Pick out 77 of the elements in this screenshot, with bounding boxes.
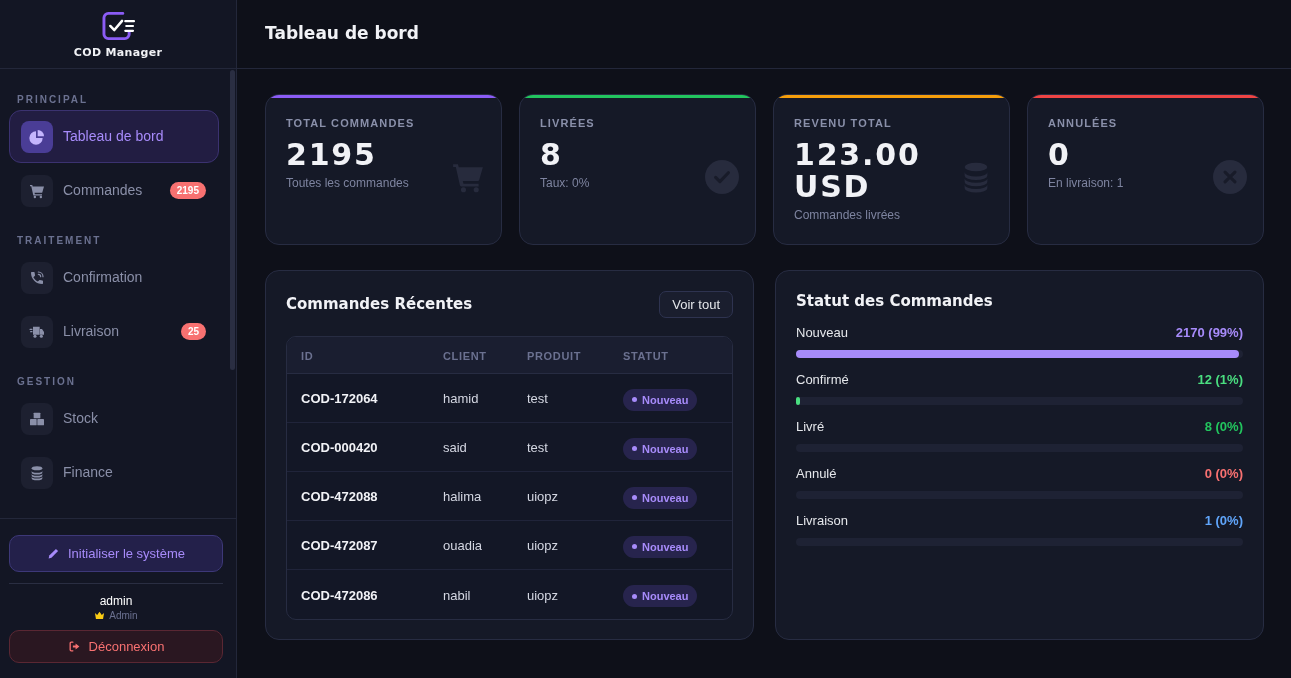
pencil-icon <box>46 547 60 560</box>
status-name: Confirmé <box>796 371 849 390</box>
pie-chart-icon <box>21 120 53 153</box>
nav-item[interactable]: Livraison 25 <box>9 305 219 358</box>
section-label: GESTION <box>16 375 77 389</box>
client-name: ouadia <box>443 538 483 553</box>
user-role: Admin <box>109 609 138 623</box>
status-count: 1 (0%) <box>1204 512 1243 531</box>
status-label: Nouveau <box>642 392 689 408</box>
client-name: hamid <box>443 391 479 406</box>
client-name: nabil <box>443 587 471 603</box>
order-id: COD-172064 <box>301 391 378 406</box>
column-header: PRODUIT <box>527 350 582 362</box>
column-header: STATUT <box>623 350 669 362</box>
boxes-icon <box>21 402 53 435</box>
nav-item[interactable]: Tableau de bord <box>9 110 219 163</box>
stat-label: ANNULÉES <box>1048 116 1119 130</box>
product-name: uiopz <box>527 587 559 603</box>
order-id: COD-472086 <box>301 587 378 603</box>
section-label: PRINCIPAL <box>16 93 90 107</box>
status-name: Livraison <box>796 512 849 531</box>
stat-caption: En livraison: 1 <box>1048 175 1125 191</box>
column-header: ID <box>301 350 314 362</box>
status-name: Annulé <box>796 465 837 484</box>
status-name: Livré <box>796 418 825 437</box>
section-label: TRAITEMENT <box>16 234 103 248</box>
status-label: Nouveau <box>642 539 689 555</box>
status-label: Nouveau <box>642 589 689 604</box>
phone-icon <box>21 261 53 294</box>
stat-value: 8 <box>540 139 564 171</box>
status-count: 12 (1%) <box>1197 371 1243 390</box>
coins-icon <box>21 456 53 489</box>
truck-icon <box>21 315 53 348</box>
stat-label: REVENU TOTAL <box>794 116 893 130</box>
stat-value: 0 <box>1048 139 1072 171</box>
init-system-button[interactable]: Initialiser le système <box>9 535 223 572</box>
status-label: Nouveau <box>642 441 689 457</box>
product-name: test <box>527 440 548 455</box>
nav-item[interactable]: Finance <box>9 446 219 499</box>
status-count: 0 (0%) <box>1204 465 1243 484</box>
order-id: COD-000420 <box>301 440 378 455</box>
logo-text: COD Manager <box>73 45 163 59</box>
product-name: uiopz <box>527 489 559 504</box>
logout-button[interactable]: Déconnexion <box>9 630 223 663</box>
nav-item[interactable]: Commandes 2195 <box>9 164 219 217</box>
product-name: test <box>527 391 548 406</box>
stat-label: TOTAL COMMANDES <box>286 116 416 130</box>
stat-value: 2195 <box>286 139 378 171</box>
client-name: halima <box>443 489 482 504</box>
order-id: COD-472087 <box>301 538 378 553</box>
nav-item[interactable]: Stock <box>9 392 219 445</box>
stat-caption: Taux: 0% <box>540 175 591 191</box>
status-count: 8 (0%) <box>1204 418 1243 437</box>
count-badge: 2195 <box>169 182 206 199</box>
stat-label: LIVRÉES <box>540 116 596 130</box>
stat-caption: Toutes les commandes <box>286 175 410 191</box>
view-all-button[interactable]: Voir tout <box>659 291 733 318</box>
panel-title: Statut des Commandes <box>796 291 994 311</box>
stat-value: 123.00 USD <box>794 139 922 203</box>
client-name: said <box>443 440 467 455</box>
nav-item[interactable]: Confirmation <box>9 251 219 304</box>
page-title: Tableau de bord <box>265 22 419 46</box>
product-name: uiopz <box>527 538 559 553</box>
panel-title: Commandes Récentes <box>286 294 473 316</box>
status-label: Nouveau <box>642 490 689 506</box>
logout-icon <box>67 640 81 653</box>
column-header: CLIENT <box>443 350 487 362</box>
count-badge: 25 <box>180 323 206 340</box>
cart-icon <box>21 174 53 207</box>
user-name: admin <box>98 593 134 609</box>
order-id: COD-472088 <box>301 489 378 504</box>
status-count: 2170 (99%) <box>1175 324 1243 343</box>
logo-icon <box>100 9 136 41</box>
stat-caption: Commandes livrées <box>794 207 902 223</box>
status-name: Nouveau <box>796 324 849 343</box>
scrollbar[interactable] <box>230 70 235 370</box>
crown-icon <box>94 611 106 621</box>
